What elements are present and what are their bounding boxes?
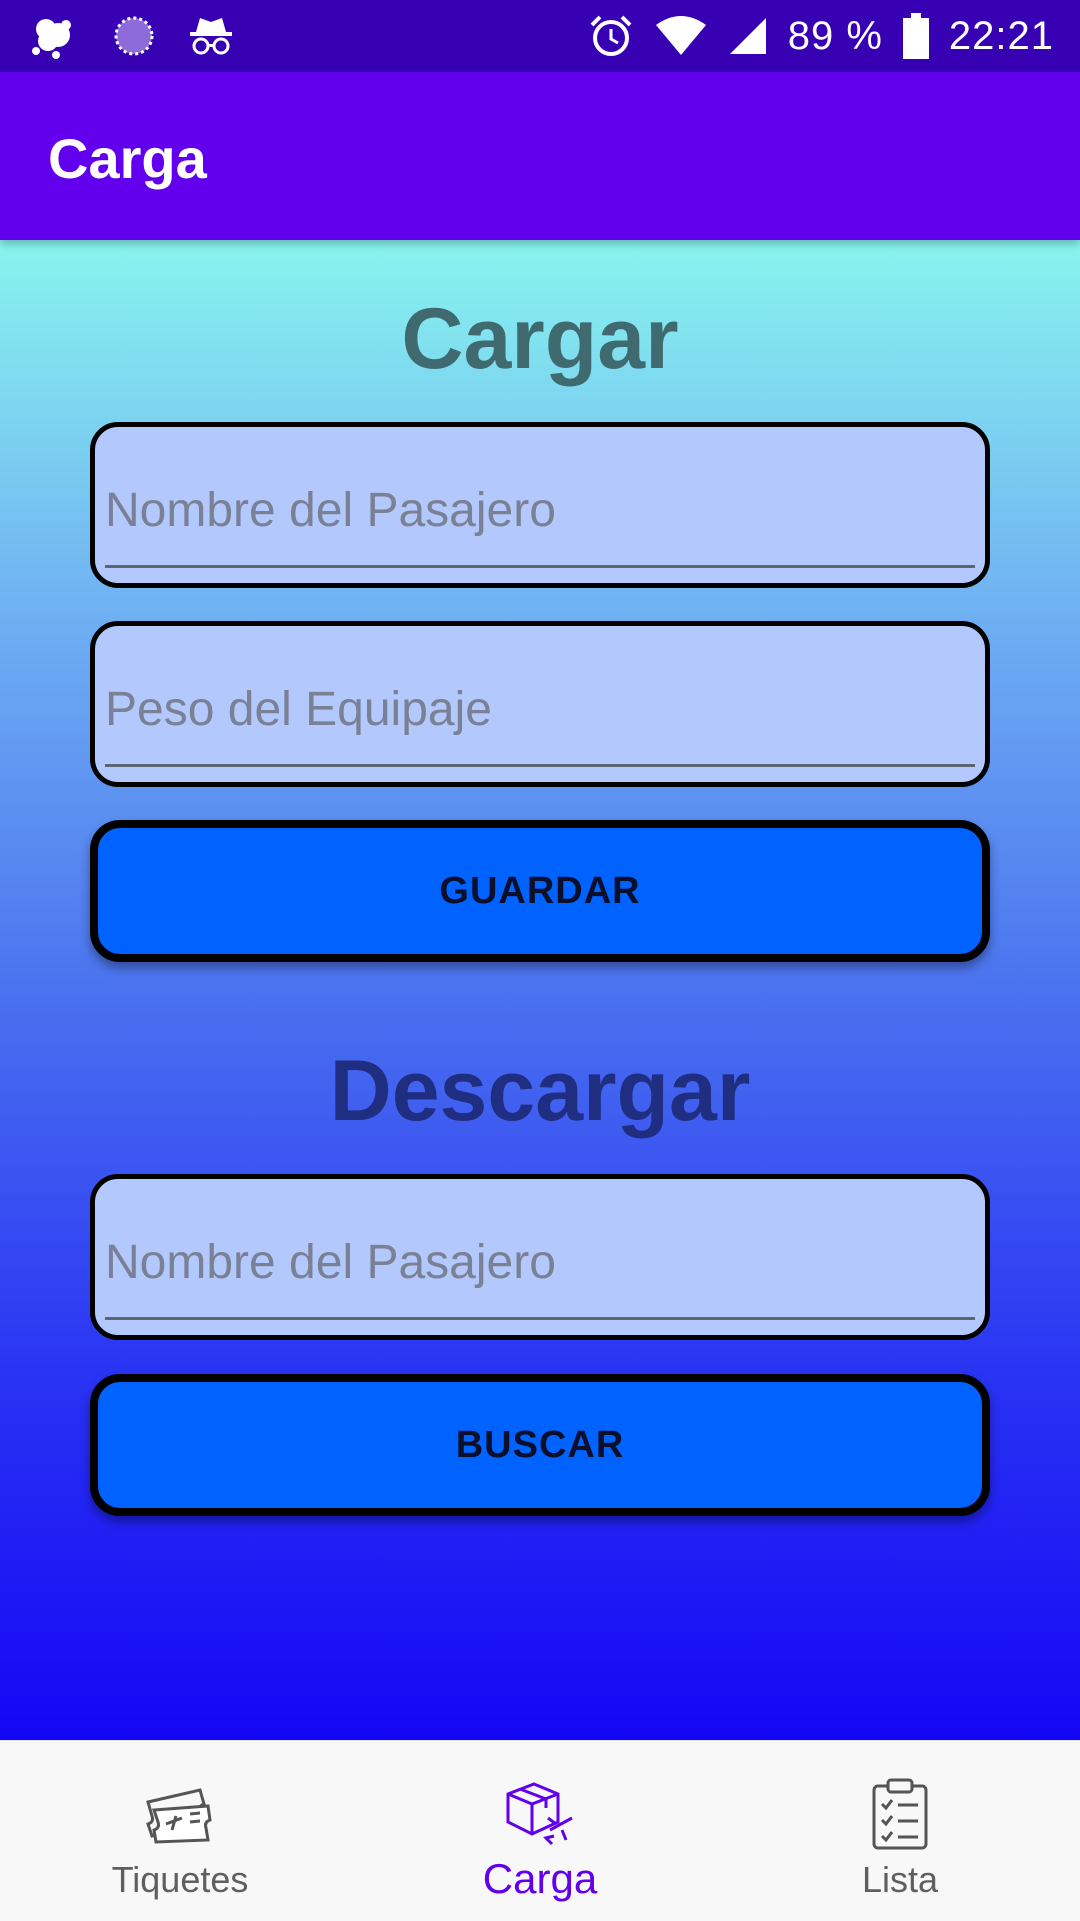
input-underline <box>105 764 975 767</box>
ticket-icon <box>142 1775 218 1853</box>
nav-label: Lista <box>861 1859 939 1900</box>
input-underline <box>105 1317 975 1320</box>
cargar-passenger-field <box>90 422 990 588</box>
signal-icon <box>728 16 768 56</box>
nav-item-carga[interactable]: Carga <box>360 1741 720 1921</box>
app-bar: Carga <box>0 72 1080 240</box>
descargar-passenger-input[interactable] <box>105 1227 975 1297</box>
nav-label: Carga <box>482 1855 598 1902</box>
clock: 22:21 <box>948 13 1054 58</box>
incognito-icon <box>186 14 236 58</box>
status-bar: 89 % 22:21 <box>0 0 1080 72</box>
cargo-icon <box>502 1775 578 1853</box>
bottom-navigation: Tiquetes Carga Lista <box>0 1740 1080 1921</box>
nav-label: Tiquetes <box>111 1859 249 1900</box>
checklist-icon <box>870 1775 930 1853</box>
status-bar-right: 89 % 22:21 <box>588 13 1080 59</box>
wifi-icon <box>654 15 708 57</box>
cargar-weight-input[interactable] <box>105 674 975 744</box>
descargar-passenger-field <box>90 1174 990 1340</box>
cargar-heading: Cargar <box>401 291 679 387</box>
input-underline <box>105 565 975 568</box>
weather-icon <box>26 11 82 61</box>
page-title: Carga <box>48 127 207 190</box>
status-bar-left <box>0 11 236 61</box>
nav-item-lista[interactable]: Lista <box>720 1741 1080 1921</box>
battery-percent: 89 % <box>787 13 883 58</box>
battery-icon <box>902 13 929 59</box>
loading-icon <box>112 14 156 58</box>
alarm-icon <box>588 13 634 59</box>
cargar-passenger-input[interactable] <box>105 475 975 545</box>
search-button[interactable]: BUSCAR <box>90 1374 990 1516</box>
descargar-heading: Descargar <box>329 1043 751 1139</box>
nav-item-tiquetes[interactable]: Tiquetes <box>0 1741 360 1921</box>
cargar-weight-field <box>90 621 990 787</box>
main-content: Cargar GUARDAR Descargar BUSCAR <box>0 240 1080 1740</box>
save-button[interactable]: GUARDAR <box>90 820 990 962</box>
